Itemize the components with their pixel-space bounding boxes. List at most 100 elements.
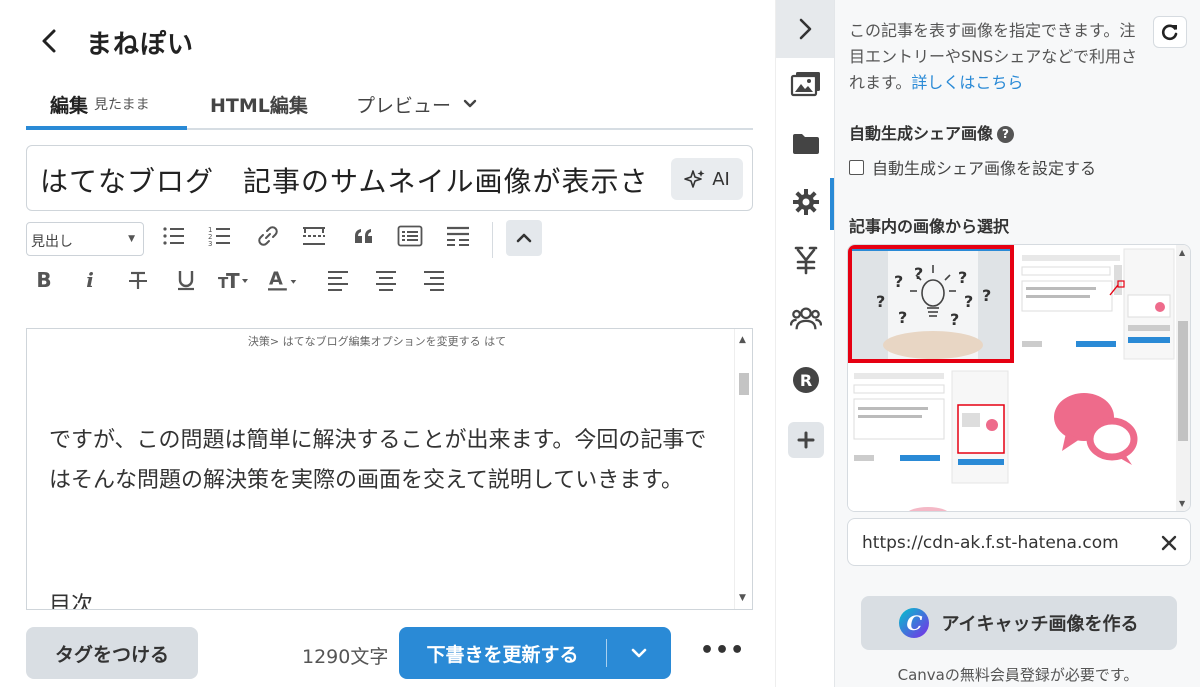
svg-text:?: ? <box>914 264 923 283</box>
align-right-icon <box>424 271 444 291</box>
footnote-icon <box>447 226 469 246</box>
ai-label: AI <box>712 168 730 190</box>
close-icon <box>1161 535 1177 551</box>
tab-edit-label: 編集 <box>50 94 89 117</box>
underline-icon <box>178 271 194 291</box>
font-size-button[interactable]: TT <box>218 264 250 296</box>
svg-text:?: ? <box>876 292 885 311</box>
image-option-lightbulb[interactable]: ??? ????? <box>848 245 1014 363</box>
scroll-down-icon[interactable]: ▼ <box>1179 499 1185 508</box>
quote-button[interactable] <box>348 220 380 252</box>
chevron-up-icon <box>516 233 532 243</box>
rail-item-collaborators[interactable] <box>790 302 822 334</box>
svg-text:?: ? <box>958 268 967 287</box>
speech-bubble-image <box>1014 369 1178 487</box>
auto-share-checkbox-row[interactable]: 自動生成シェア画像を設定する <box>849 155 1096 179</box>
add-tags-button[interactable]: タグをつける <box>26 627 198 679</box>
rail-item-photos[interactable] <box>790 68 822 100</box>
bullet-list-button[interactable] <box>158 220 190 252</box>
ai-button[interactable]: AI <box>671 158 743 200</box>
image-option-screenshot-1[interactable] <box>1014 245 1178 363</box>
numbered-list-button[interactable]: 123 <box>204 220 236 252</box>
details-link[interactable]: 詳しくはこちら <box>911 73 1023 92</box>
more-options-button[interactable]: ••• <box>700 638 744 668</box>
title-input[interactable]: はてなブログ 記事のサムネイル画像が表示さ AI <box>26 145 753 211</box>
image-url-field[interactable]: https://cdn-ak.f.st-hatena.com <box>847 518 1191 566</box>
clear-url-button[interactable] <box>1160 529 1178 557</box>
footnote-button[interactable] <box>442 220 474 252</box>
text-color-button[interactable]: A <box>268 264 300 296</box>
svg-text:T: T <box>226 269 240 291</box>
svg-text:?: ? <box>898 308 907 327</box>
tab-preview-label: プレビュー <box>356 94 452 117</box>
underline-button[interactable] <box>170 264 202 296</box>
refresh-icon <box>1161 24 1178 41</box>
rail-add-button[interactable] <box>788 422 824 458</box>
auto-share-checkbox-label: 自動生成シェア画像を設定する <box>872 159 1097 178</box>
update-draft-button[interactable]: 下書きを更新する <box>399 640 606 667</box>
auto-share-section-title: 自動生成シェア画像? <box>849 120 1015 144</box>
heading-select[interactable]: 見出し ▼ <box>26 222 144 256</box>
partial-image <box>848 493 1014 511</box>
gear-icon <box>793 189 819 215</box>
help-icon[interactable]: ? <box>997 126 1015 143</box>
rail-item-r[interactable]: R <box>790 364 822 396</box>
svg-text:A: A <box>269 269 283 290</box>
image-option-screenshot-2[interactable] <box>848 369 1014 487</box>
collapse-toolbar-button[interactable] <box>506 220 542 256</box>
horizontal-rule-icon <box>303 227 325 245</box>
draft-options-button[interactable] <box>607 644 671 663</box>
scroll-up-icon[interactable]: ▲ <box>1179 248 1185 257</box>
collapse-panel-button[interactable] <box>776 0 834 58</box>
tab-html-edit[interactable]: HTML編集 <box>210 80 308 128</box>
body-editor[interactable]: 決策> はてなブログ編集オプションを変更する はて ですが、この問題は簡単に解決… <box>26 328 753 610</box>
toolbar-divider <box>492 222 493 258</box>
chevron-down-icon <box>631 648 647 657</box>
back-button[interactable] <box>36 26 62 56</box>
tab-edit[interactable]: 編集 見たまま <box>50 80 150 128</box>
image-option-partial[interactable] <box>848 493 1014 511</box>
panel-description: この記事を表す画像を指定できます。注目エントリーやSNSシェアなどで利用されます… <box>849 18 1139 96</box>
svg-text:?: ? <box>964 292 973 311</box>
create-eyecatch-button[interactable]: C アイキャッチ画像を作る <box>861 596 1177 650</box>
format-toolbar: 見出し ▼ 123 B i TT A <box>26 220 753 310</box>
text-color-icon: A <box>268 269 297 291</box>
align-left-button[interactable] <box>322 264 354 296</box>
italic-button[interactable]: i <box>74 264 106 296</box>
chevron-right-icon <box>799 18 812 40</box>
sidebar-icon-rail: R <box>775 0 834 687</box>
horizontal-rule-button[interactable] <box>298 220 330 252</box>
editor-tabs: 編集 見たまま HTML編集 プレビュー <box>26 80 753 130</box>
article-image-grid: ??? ????? ▲ ▼ <box>847 244 1191 512</box>
rail-item-settings[interactable] <box>790 186 822 218</box>
plus-icon <box>797 431 815 449</box>
bullet-list-icon <box>163 227 184 245</box>
tab-preview[interactable]: プレビュー <box>356 80 477 128</box>
strikethrough-button[interactable] <box>122 264 154 296</box>
canva-logo-icon: C <box>899 608 930 638</box>
blog-name: まねぽい <box>86 30 195 60</box>
align-center-button[interactable] <box>370 264 402 296</box>
table-of-contents-button[interactable] <box>394 220 426 252</box>
scroll-up-icon[interactable]: ▲ <box>739 335 746 345</box>
image-grid-scrollbar[interactable]: ▲ ▼ <box>1176 245 1190 511</box>
update-draft-button-group: 下書きを更新する <box>399 627 671 679</box>
editor-scrollbar[interactable]: ▲ ▼ <box>734 329 752 609</box>
yen-icon <box>794 246 818 275</box>
scroll-down-icon[interactable]: ▼ <box>739 593 746 603</box>
editor-screenshot-thumbnail <box>848 369 1014 487</box>
editor-screenshot-thumbnail <box>1014 245 1178 363</box>
link-button[interactable] <box>252 220 284 252</box>
bold-button[interactable]: B <box>28 264 60 296</box>
rail-item-folder[interactable] <box>790 128 822 160</box>
refresh-button[interactable] <box>1153 16 1187 48</box>
table-of-contents-icon <box>397 225 423 247</box>
auto-share-checkbox[interactable] <box>849 159 864 175</box>
scrollbar-thumb[interactable] <box>1178 321 1188 441</box>
folder-icon <box>793 134 819 154</box>
image-option-speech-bubbles[interactable] <box>1014 369 1178 487</box>
align-right-button[interactable] <box>418 264 450 296</box>
rail-item-paid[interactable] <box>790 244 822 276</box>
scrollbar-thumb[interactable] <box>739 373 749 395</box>
eyecatch-panel: この記事を表す画像を指定できます。注目エントリーやSNSシェアなどで利用されます… <box>834 0 1200 687</box>
